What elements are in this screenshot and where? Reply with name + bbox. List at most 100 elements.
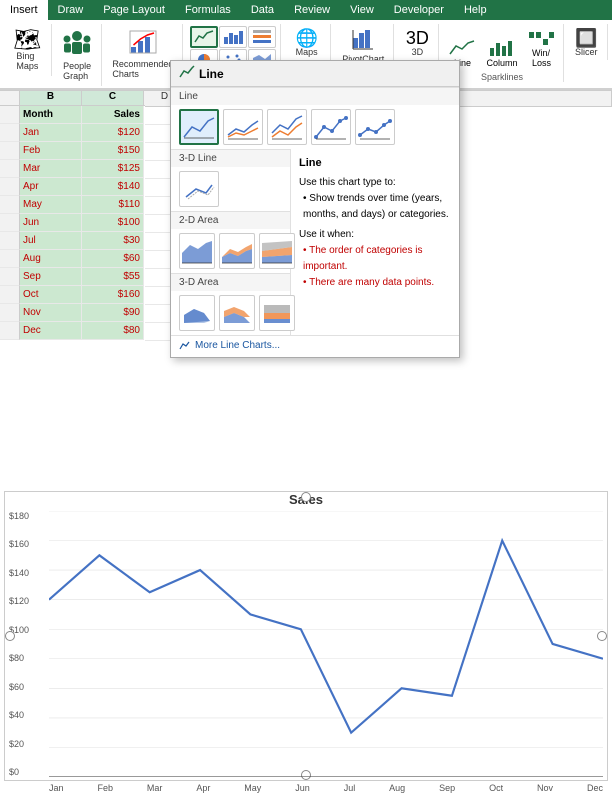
col-headers: B C <box>0 90 145 106</box>
more-line-charts-link[interactable]: More Line Charts... <box>171 335 459 357</box>
3d-area-stacked[interactable] <box>219 295 255 331</box>
group-people-graph: PeopleGraph <box>54 24 102 86</box>
tab-insert[interactable]: Insert <box>0 0 48 20</box>
tab-page-layout[interactable]: Page Layout <box>93 0 175 20</box>
sales-cell[interactable]: $160 <box>82 286 144 304</box>
tab-draw[interactable]: Draw <box>48 0 94 20</box>
line-chart-basic[interactable] <box>179 109 219 145</box>
month-cell[interactable]: Apr <box>20 178 82 196</box>
month-cell[interactable]: Jan <box>20 124 82 142</box>
month-cell[interactable]: Nov <box>20 304 82 322</box>
sales-cell[interactable]: $120 <box>82 124 144 142</box>
tooltip-title: Line <box>299 155 451 173</box>
month-cell[interactable]: Feb <box>20 142 82 160</box>
row-number <box>0 286 20 304</box>
column-chart-button2[interactable] <box>248 26 276 48</box>
slicer-button[interactable]: 🔲 Slicer <box>571 26 602 60</box>
tab-developer[interactable]: Developer <box>384 0 454 20</box>
sales-cell[interactable]: $110 <box>82 196 144 214</box>
tooltip-use-when: Use it when: <box>299 227 451 243</box>
sales-cell[interactable]: $55 <box>82 268 144 286</box>
area-basic[interactable] <box>179 233 215 269</box>
bing-maps-label: BingMaps <box>16 51 38 71</box>
line-chart-stacked[interactable] <box>223 109 263 145</box>
chart-handle-left[interactable] <box>5 631 15 641</box>
group-slicer: 🔲 Slicer <box>566 24 608 60</box>
section-3d-area: 3-D Area <box>171 273 290 291</box>
column-sparkline-label: Column <box>486 58 517 68</box>
column-sparkline-button[interactable]: Column <box>483 36 520 70</box>
group-maps: 🌐 Maps <box>283 24 331 62</box>
table-row: Jan$120 <box>0 124 145 142</box>
3d-icon: 3D <box>406 29 429 47</box>
recommended-charts-button[interactable]: RecommendedCharts <box>108 26 177 82</box>
sales-cell[interactable]: $60 <box>82 250 144 268</box>
col-header-b: B <box>20 91 82 105</box>
month-cell[interactable]: Dec <box>20 322 82 340</box>
tooltip-bullet1: • Show trends over time (years, months, … <box>299 191 451 223</box>
3d-button[interactable]: 3D 3D <box>402 26 433 60</box>
win-loss-sparkline-button[interactable]: Win/Loss <box>524 26 558 70</box>
line-chart-button[interactable] <box>190 26 218 48</box>
3d-area-100[interactable] <box>259 295 295 331</box>
sales-cell[interactable]: $125 <box>82 160 144 178</box>
bar-chart-button[interactable] <box>219 26 247 48</box>
tab-review[interactable]: Review <box>284 0 340 20</box>
table-row: Jul$30 <box>0 232 145 250</box>
row-number <box>0 268 20 286</box>
sparklines-group-label: Sparklines <box>481 72 523 82</box>
3d-area-charts <box>171 291 290 335</box>
chart-svg-container: Jan Feb Mar Apr May Jun Jul Aug Sep Oct … <box>49 511 603 777</box>
row-number <box>0 106 20 124</box>
line-chart-markers-stacked[interactable] <box>355 109 395 145</box>
dropdown-title-text: Line <box>199 67 224 81</box>
sales-cell[interactable]: $100 <box>82 214 144 232</box>
month-cell[interactable]: Jun <box>20 214 82 232</box>
row-number <box>0 142 20 160</box>
line-chart-dropdown: Line Line 3-D Line <box>170 60 460 358</box>
sales-cell[interactable]: $140 <box>82 178 144 196</box>
tab-formulas[interactable]: Formulas <box>175 0 241 20</box>
3d-area-basic[interactable] <box>179 295 215 331</box>
maps-button[interactable]: 🌐 Maps <box>289 26 325 60</box>
month-cell[interactable]: Aug <box>20 250 82 268</box>
line-chart-100[interactable] <box>267 109 307 145</box>
maps-label: Maps <box>296 47 318 57</box>
month-cell[interactable]: Mar <box>20 160 82 178</box>
section-2d-area: 2-D Area <box>171 211 290 229</box>
3d-line-chart[interactable] <box>179 171 219 207</box>
tooltip-bullet2: • The order of categories is important. <box>299 243 451 275</box>
sales-header[interactable]: Sales <box>82 106 144 124</box>
data-rows: MonthSalesJan$120Feb$150Mar$125Apr$140Ma… <box>0 106 145 340</box>
tab-data[interactable]: Data <box>241 0 284 20</box>
table-row: Dec$80 <box>0 322 145 340</box>
row-number <box>0 214 20 232</box>
tab-view[interactable]: View <box>340 0 384 20</box>
win-loss-label: Win/Loss <box>532 48 551 68</box>
line-chart-markers[interactable] <box>311 109 351 145</box>
section-3d-line: 3-D Line <box>171 149 290 167</box>
row-number <box>0 232 20 250</box>
table-row: MonthSales <box>0 106 145 124</box>
month-cell[interactable]: Oct <box>20 286 82 304</box>
sales-cell[interactable]: $30 <box>82 232 144 250</box>
month-header[interactable]: Month <box>20 106 82 124</box>
dropdown-title: Line <box>171 61 459 87</box>
chart-area: Sales $180 $160 $140 $120 $100 $80 $60 $… <box>4 491 608 781</box>
row-number <box>0 304 20 322</box>
chart-handle-top[interactable] <box>301 492 311 502</box>
month-cell[interactable]: Jul <box>20 232 82 250</box>
month-cell[interactable]: Sep <box>20 268 82 286</box>
month-cell[interactable]: May <box>20 196 82 214</box>
3d-line-charts <box>171 167 290 211</box>
bing-maps-button[interactable]: 🗺 BingMaps <box>9 26 45 74</box>
tab-help[interactable]: Help <box>454 0 497 20</box>
line-title-icon <box>179 65 195 82</box>
sales-cell[interactable]: $90 <box>82 304 144 322</box>
sales-cell[interactable]: $80 <box>82 322 144 340</box>
row-number <box>0 322 20 340</box>
sales-cell[interactable]: $150 <box>82 142 144 160</box>
area-stacked[interactable] <box>219 233 255 269</box>
people-graph-button[interactable]: PeopleGraph <box>59 26 95 84</box>
area-100[interactable] <box>259 233 295 269</box>
